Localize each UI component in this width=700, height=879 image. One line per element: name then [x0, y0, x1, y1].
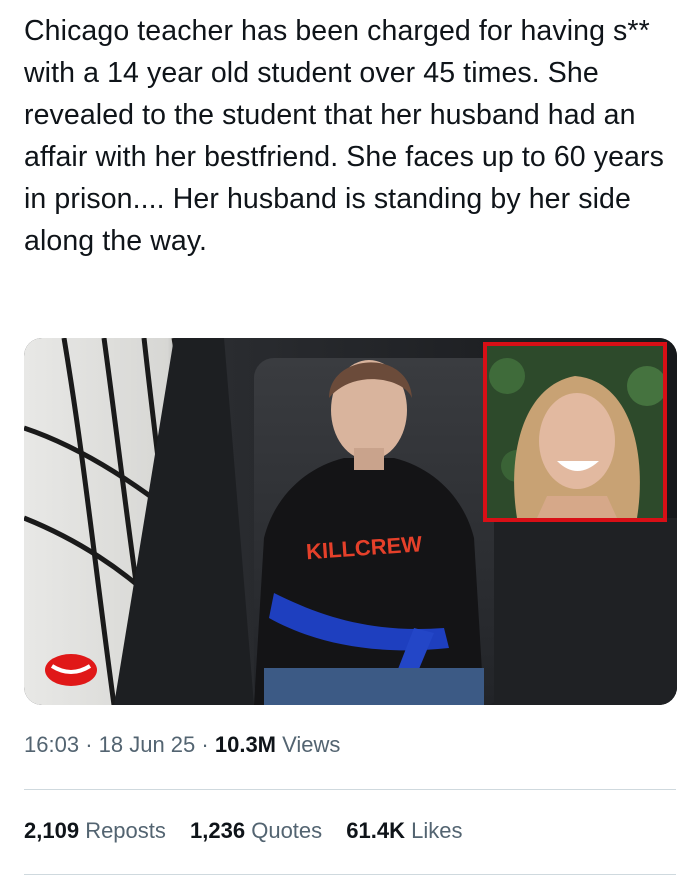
- views-count: 10.3M: [214, 732, 277, 757]
- divider: [24, 874, 676, 875]
- reposts-label: Reposts: [85, 818, 166, 843]
- meta-separator: ·: [85, 732, 93, 757]
- inset-photo: [487, 346, 663, 518]
- quotes-count: 1,236: [190, 818, 246, 843]
- reposts-stat[interactable]: 2,109 Reposts: [24, 818, 172, 843]
- quotes-label: Quotes: [251, 818, 323, 843]
- likes-count: 61.4K: [346, 818, 405, 843]
- tweet-stats: 2,109 Reposts 1,236 Quotes 61.4K Likes: [24, 818, 480, 844]
- tweet-meta: 16:03 · 18 Jun 25 · 10.3M Views: [24, 732, 340, 758]
- likes-stat[interactable]: 61.4K Likes: [346, 818, 462, 843]
- views-label: Views: [282, 732, 341, 757]
- reposts-count: 2,109: [24, 818, 80, 843]
- meta-separator: ·: [201, 732, 209, 757]
- tweet-media-image[interactable]: KILLCREW: [24, 338, 677, 705]
- tweet-time[interactable]: 16:03: [24, 732, 79, 757]
- watermark-logo: [45, 654, 97, 686]
- tweet-text: Chicago teacher has been charged for hav…: [24, 15, 664, 257]
- tweet-date[interactable]: 18 Jun 25: [99, 732, 196, 757]
- quotes-stat[interactable]: 1,236 Quotes: [190, 818, 328, 843]
- likes-label: Likes: [411, 818, 463, 843]
- divider: [24, 789, 676, 790]
- inset-portrait: [483, 342, 667, 522]
